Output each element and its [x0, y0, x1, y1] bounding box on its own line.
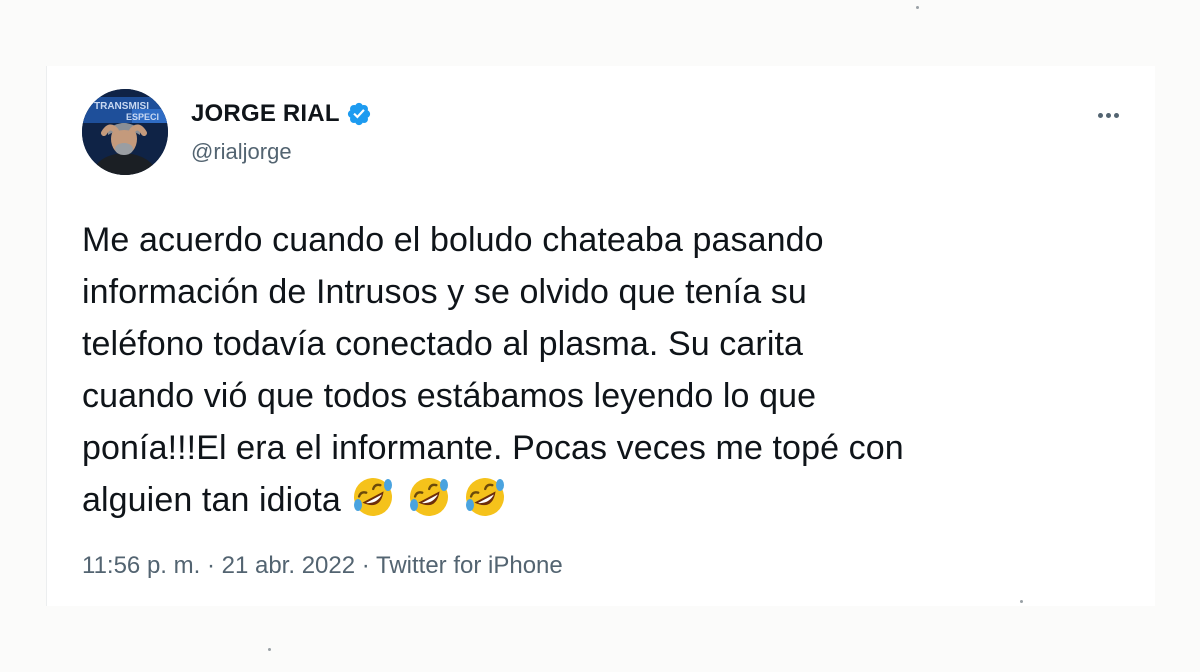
tweet-time[interactable]: 11:56 p. m. — [82, 552, 200, 579]
more-dot-icon — [1097, 112, 1103, 118]
rolling-on-floor-laughing-icon — [407, 475, 451, 519]
emoji-group — [351, 475, 519, 534]
tweet-text-last-line: alguien tan idiota — [82, 474, 1122, 534]
background-speck — [1020, 600, 1023, 603]
tweet-text: Me acuerdo cuando el boludo chateaba pas… — [82, 214, 1122, 534]
tweet-text-line: cuando vió que todos estábamos leyendo l… — [82, 377, 817, 415]
tweet-text-line: alguien tan idiota — [82, 481, 341, 519]
author-name-row[interactable]: JORGE RIAL — [191, 100, 372, 128]
avatar[interactable]: TRANSMISI ESPECI — [82, 89, 168, 175]
meta-separator: · — [355, 552, 376, 579]
tweet-text-line: teléfono todavía conectado al plasma. Su… — [82, 325, 804, 363]
more-dot-icon — [1105, 112, 1111, 118]
background-speck — [268, 648, 271, 651]
tweet-text-line: Me acuerdo cuando el boludo chateaba pas… — [82, 221, 824, 259]
meta-separator: · — [200, 552, 222, 579]
rolling-on-floor-laughing-icon — [463, 475, 507, 519]
tweet-source-link[interactable]: Twitter for iPhone — [376, 552, 563, 579]
handle[interactable]: @rialjorge — [191, 139, 292, 165]
more-dot-icon — [1113, 112, 1119, 118]
more-options-button[interactable] — [1090, 104, 1126, 126]
tweet-text-line: información de Intrusos y se olvido que … — [82, 273, 807, 311]
avatar-image: TRANSMISI ESPECI — [82, 89, 168, 175]
avatar-banner-text-1: TRANSMISI — [94, 101, 149, 112]
verified-badge-icon — [346, 101, 372, 127]
tweet-metadata: 11:56 p. m. · 21 abr. 2022 · Twitter for… — [82, 552, 563, 580]
display-name[interactable]: JORGE RIAL — [191, 100, 340, 128]
avatar-banner-text-2: ESPECI — [126, 112, 159, 122]
tweet-text-line: ponía!!!El era el informante. Pocas vece… — [82, 429, 904, 467]
tweet-date[interactable]: 21 abr. 2022 — [222, 552, 355, 579]
rolling-on-floor-laughing-icon — [351, 475, 395, 519]
background-speck — [916, 6, 919, 9]
